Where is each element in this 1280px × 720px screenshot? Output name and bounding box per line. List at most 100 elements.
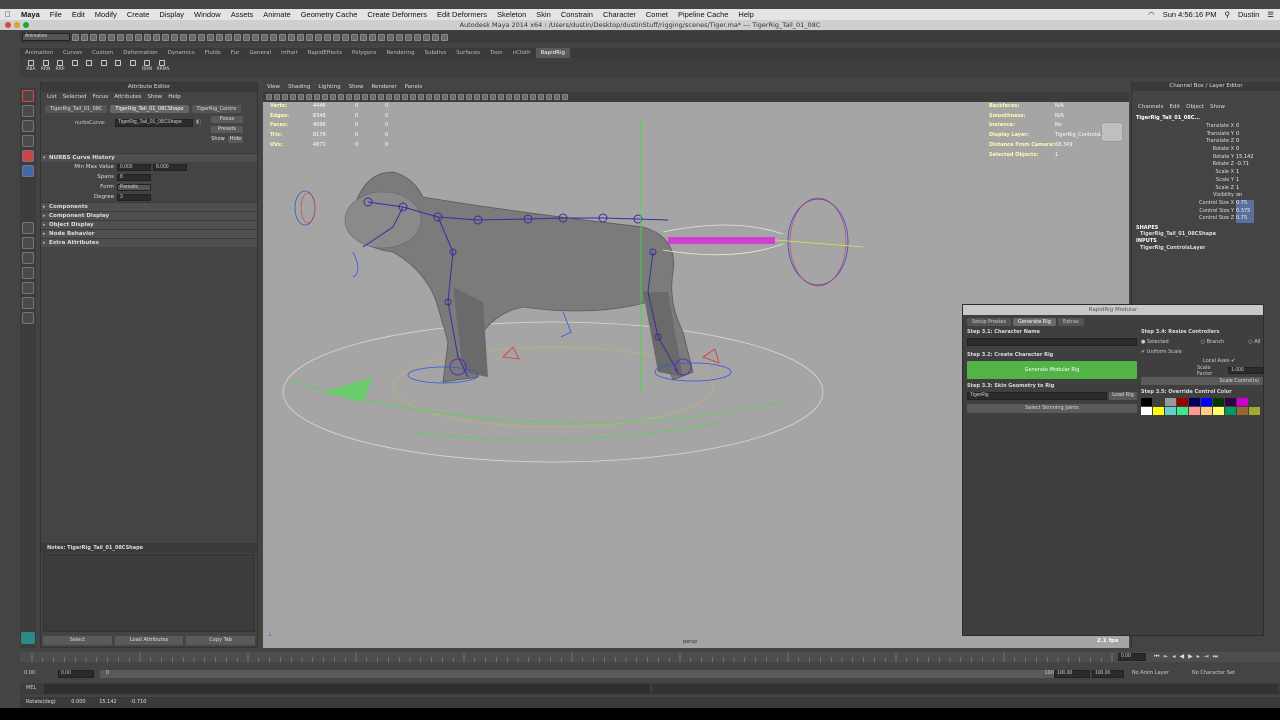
node-icon[interactable]: ◧ bbox=[196, 119, 201, 125]
viewport-tool-icon[interactable] bbox=[362, 94, 368, 100]
form-dropdown[interactable]: Periodic bbox=[117, 183, 151, 191]
status-tool-icon[interactable] bbox=[414, 33, 421, 41]
floor-guide-curve-2[interactable] bbox=[412, 421, 724, 441]
shelf-button[interactable] bbox=[84, 60, 94, 67]
apple-icon[interactable]:  bbox=[0, 10, 16, 19]
mac-menu-item[interactable]: Animate bbox=[258, 10, 296, 19]
mac-menu-item[interactable]: File bbox=[45, 10, 67, 19]
attribute-editor-menu-item[interactable]: Selected bbox=[63, 94, 87, 100]
channel-value[interactable]: 0.75 bbox=[1236, 215, 1254, 223]
channel-box-menu-item[interactable]: Show bbox=[1210, 104, 1225, 110]
status-tool-icon[interactable] bbox=[297, 33, 304, 41]
shelf-tab[interactable]: Subdivs bbox=[420, 48, 452, 58]
input-node[interactable]: TigerRig_ControlsLayer bbox=[1132, 245, 1280, 252]
status-tool-icon[interactable] bbox=[162, 33, 169, 41]
view-cube-icon[interactable] bbox=[1101, 122, 1123, 142]
attribute-editor-tab[interactable]: TigerRig_Tail_01_08CShape bbox=[110, 105, 189, 113]
status-tool-icon[interactable] bbox=[171, 33, 178, 41]
mac-menu-item[interactable]: Create Deformers bbox=[362, 10, 432, 19]
scale-factor-field[interactable]: 1.000 bbox=[1228, 367, 1263, 374]
close-window-icon[interactable] bbox=[5, 22, 11, 28]
channel-row[interactable]: Visibility on bbox=[1132, 192, 1280, 200]
rapidrig-tab[interactable]: Generate Rig bbox=[1012, 318, 1056, 326]
shelf-tab[interactable]: RapidEffects bbox=[303, 48, 347, 58]
channel-value[interactable]: -0.71 bbox=[1236, 161, 1254, 169]
layout-graph-icon[interactable] bbox=[22, 282, 34, 294]
tail-controls[interactable] bbox=[662, 197, 864, 287]
status-tool-icon[interactable] bbox=[270, 33, 277, 41]
channel-row[interactable]: Rotate Z -0.71 bbox=[1132, 161, 1280, 169]
viewport-tool-icon[interactable] bbox=[290, 94, 296, 100]
viewport-tool-icon[interactable] bbox=[402, 94, 408, 100]
list-icon[interactable]: ☰ bbox=[1267, 10, 1274, 19]
viewport-tool-icon[interactable] bbox=[330, 94, 336, 100]
viewport-tool-icon[interactable] bbox=[274, 94, 280, 100]
viewport-tool-icon[interactable] bbox=[314, 94, 320, 100]
shelf-tab[interactable]: Animation bbox=[20, 48, 58, 58]
notes-field[interactable] bbox=[43, 554, 255, 632]
viewport-tool-icon[interactable] bbox=[538, 94, 544, 100]
move-tool-icon[interactable] bbox=[22, 135, 34, 147]
shelf-tab[interactable]: Fur bbox=[226, 48, 245, 58]
shelf-tab[interactable]: General bbox=[244, 48, 276, 58]
channel-value[interactable]: 0 bbox=[1236, 146, 1254, 154]
color-swatch[interactable] bbox=[1189, 398, 1200, 406]
section-nurbs-curve-history[interactable]: NURBS Curve History bbox=[41, 153, 257, 163]
viewport-tool-icon[interactable] bbox=[474, 94, 480, 100]
viewport-tool-icon[interactable] bbox=[338, 94, 344, 100]
status-tool-icon[interactable] bbox=[378, 33, 385, 41]
range-start[interactable]: 0.00 bbox=[24, 670, 35, 676]
status-tool-icon[interactable] bbox=[252, 33, 259, 41]
shelf-tab[interactable]: Fluids bbox=[200, 48, 226, 58]
shelf-tab[interactable]: Dynamics bbox=[163, 48, 200, 58]
lasso-tool-icon[interactable] bbox=[22, 105, 34, 117]
status-tool-icon[interactable] bbox=[243, 33, 250, 41]
scale-controls-button[interactable]: Scale Control(s) bbox=[1141, 377, 1263, 385]
ground-controls[interactable] bbox=[282, 321, 824, 463]
status-tool-icon[interactable] bbox=[72, 33, 79, 41]
branch-radio[interactable]: ○ Branch bbox=[1201, 339, 1225, 346]
viewport-tool-icon[interactable] bbox=[298, 94, 304, 100]
viewport-tool-icon[interactable] bbox=[394, 94, 400, 100]
color-swatch[interactable] bbox=[1225, 398, 1236, 406]
status-tool-icon[interactable] bbox=[288, 33, 295, 41]
channel-value[interactable]: 0 bbox=[1236, 131, 1254, 139]
viewport-tool-icon[interactable] bbox=[346, 94, 352, 100]
color-swatch[interactable] bbox=[1249, 407, 1260, 415]
degree-field[interactable]: 3 bbox=[117, 193, 151, 201]
channel-row[interactable]: Control Size Y 0.375 bbox=[1132, 207, 1280, 216]
generate-modular-rig-button[interactable]: Generate Modular Rig bbox=[967, 361, 1137, 379]
viewport-menu-item[interactable]: Renderer bbox=[371, 82, 396, 92]
rig-name-field[interactable]: TigerRig bbox=[967, 392, 1107, 400]
status-tool-icon[interactable] bbox=[360, 33, 367, 41]
viewport-tool-icon[interactable] bbox=[418, 94, 424, 100]
node-name-field[interactable]: TigerRig_Tail_01_08CShape bbox=[115, 119, 193, 127]
color-swatch[interactable] bbox=[1153, 398, 1164, 406]
status-tool-icon[interactable] bbox=[126, 33, 133, 41]
search-icon[interactable]: ⚲ bbox=[1225, 10, 1231, 19]
viewport-tool-icon[interactable] bbox=[490, 94, 496, 100]
viewport-tool-icon[interactable] bbox=[450, 94, 456, 100]
prev-key-icon[interactable]: ◂ bbox=[1172, 653, 1175, 661]
status-tool-icon[interactable] bbox=[333, 33, 340, 41]
channel-row[interactable]: Scale Z1 bbox=[1132, 185, 1280, 193]
next-key-icon[interactable]: ▸ bbox=[1197, 653, 1200, 661]
shelf-button[interactable] bbox=[113, 60, 123, 67]
status-tool-icon[interactable] bbox=[216, 33, 223, 41]
channel-row[interactable]: Scale Y1 bbox=[1132, 177, 1280, 185]
range-bar[interactable]: 0 100 bbox=[100, 670, 1060, 678]
viewport-tool-icon[interactable] bbox=[506, 94, 512, 100]
min-value-field[interactable]: 0.000 bbox=[117, 163, 151, 171]
shelf-tab[interactable]: Curves bbox=[58, 48, 87, 58]
viewport-menu-item[interactable]: Show bbox=[349, 82, 364, 92]
channel-row[interactable]: Translate Z0 bbox=[1132, 138, 1280, 146]
viewport-tool-icon[interactable] bbox=[498, 94, 504, 100]
mac-menu-item[interactable]: Comet bbox=[641, 10, 673, 19]
menu-set-dropdown[interactable]: Animation bbox=[22, 33, 70, 41]
channel-row[interactable]: Rotate Y 15.142 bbox=[1132, 154, 1280, 162]
shelf-tab[interactable]: Deformation bbox=[118, 48, 162, 58]
channel-box-object[interactable]: TigerRig_Tail_01_08C... bbox=[1132, 112, 1280, 122]
color-swatch[interactable] bbox=[1189, 407, 1200, 415]
mac-menu-item[interactable]: Window bbox=[189, 10, 226, 19]
status-tool-icon[interactable] bbox=[351, 33, 358, 41]
